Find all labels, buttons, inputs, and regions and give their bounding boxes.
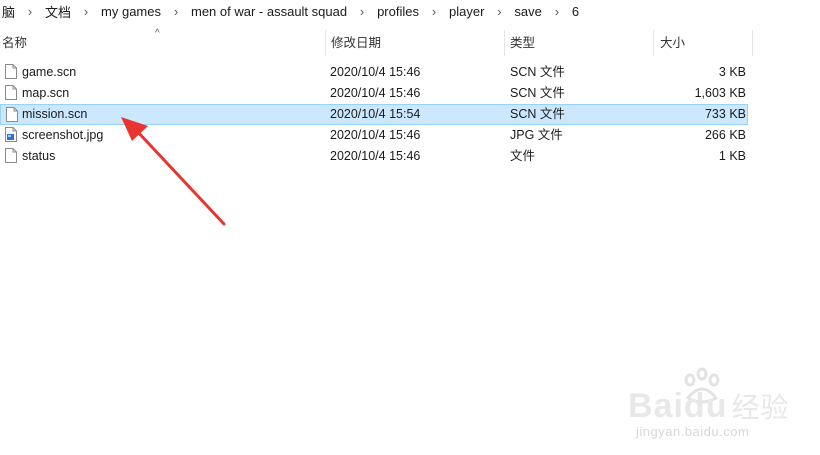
watermark-brand-2: du bbox=[683, 387, 728, 425]
watermark-label: 经验 bbox=[731, 392, 790, 423]
watermark-url: jingyan.baidu.com bbox=[636, 424, 750, 439]
arrow-shaft bbox=[134, 128, 226, 226]
watermark-brand: Bai bbox=[628, 387, 684, 425]
